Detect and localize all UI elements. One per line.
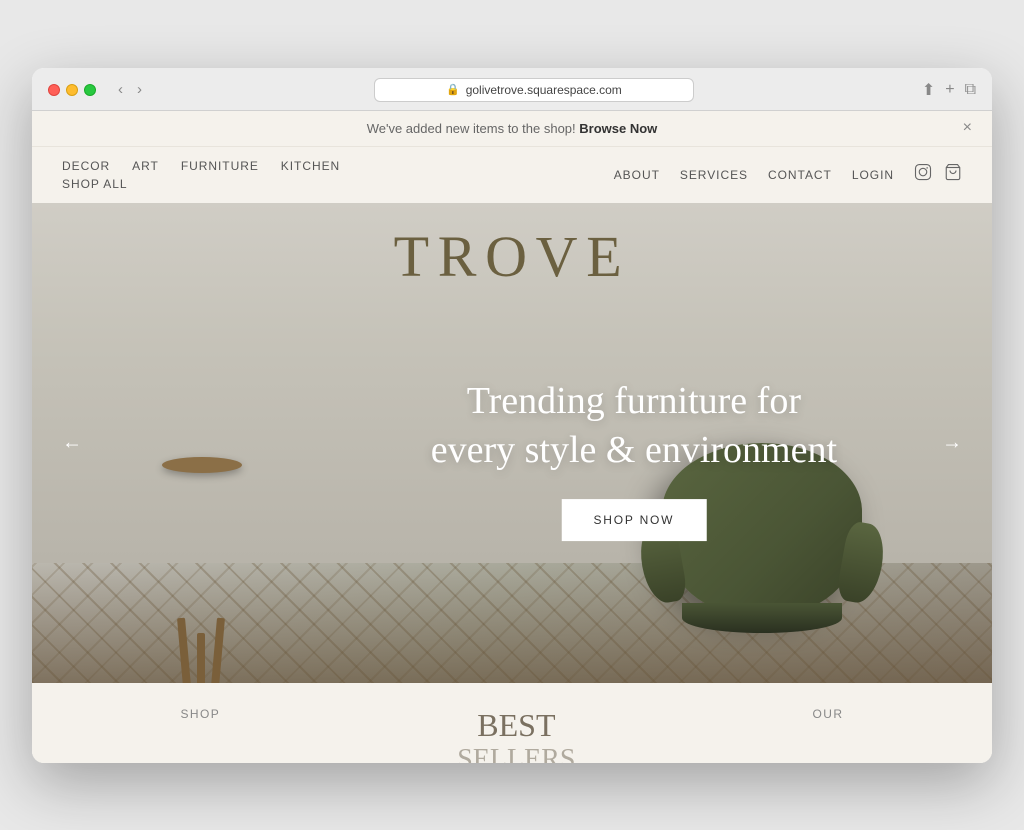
- nav-shop-all[interactable]: SHOP ALL: [62, 177, 128, 191]
- url-text: golivetrove.squarespace.com: [466, 83, 622, 97]
- nav-art[interactable]: ART: [132, 159, 159, 173]
- hero-prev-button[interactable]: ←: [52, 421, 92, 464]
- address-bar-container: 🔒 golivetrove.squarespace.com: [156, 78, 912, 102]
- tabs-button[interactable]: ⧉: [965, 80, 976, 100]
- nav-row-2: SHOP ALL: [62, 177, 340, 191]
- below-fold-shop: SHOP: [180, 707, 220, 721]
- share-button[interactable]: ⬆: [922, 80, 935, 100]
- maximize-button[interactable]: [84, 84, 96, 96]
- stool-leg: [197, 633, 205, 683]
- nav-contact[interactable]: CONTACT: [768, 168, 832, 182]
- cart-icon[interactable]: [944, 163, 962, 186]
- nav-right: ABOUT SERVICES CONTACT LOGIN: [614, 163, 962, 186]
- below-fold-our-label: OUR: [812, 707, 843, 721]
- hero-next-button[interactable]: →: [932, 421, 972, 464]
- nav-furniture[interactable]: FURNITURE: [181, 159, 259, 173]
- browser-actions: ⬆ + ⧉: [922, 80, 976, 100]
- stool-seat: [162, 457, 242, 473]
- hero-text-block: Trending furniture for every style & env…: [431, 377, 837, 542]
- notification-banner: We've added new items to the shop! Brows…: [32, 111, 992, 147]
- back-button[interactable]: ‹: [114, 79, 127, 100]
- nav-services[interactable]: SERVICES: [680, 168, 748, 182]
- instagram-icon[interactable]: [914, 163, 932, 186]
- browser-chrome: ‹ › 🔒 golivetrove.squarespace.com ⬆ + ⧉: [32, 68, 992, 111]
- shop-now-button[interactable]: SHOP NOW: [561, 499, 706, 541]
- nav-icons: [914, 163, 962, 186]
- lock-icon: 🔒: [446, 83, 460, 96]
- below-fold-best-title: BEST: [457, 707, 575, 744]
- browser-nav: ‹ ›: [114, 79, 146, 100]
- nav-about[interactable]: ABOUT: [614, 168, 660, 182]
- stool-decoration: [162, 457, 242, 623]
- notification-text: We've added new items to the shop!: [367, 121, 576, 136]
- below-fold-section: SHOP BEST SELLERS OUR: [32, 683, 992, 763]
- hero-section: TROVE Trending furniture for every style…: [32, 203, 992, 683]
- below-fold-sellers-title: SELLERS: [457, 744, 575, 763]
- address-bar[interactable]: 🔒 golivetrove.squarespace.com: [374, 78, 694, 102]
- below-fold-shop-label: SHOP: [180, 707, 220, 721]
- chair-base: [682, 603, 842, 633]
- new-tab-button[interactable]: +: [945, 80, 954, 100]
- nav-left: DECOR ART FURNITURE KITCHEN SHOP ALL: [62, 159, 340, 191]
- traffic-lights: [48, 84, 96, 96]
- nav-kitchen[interactable]: KITCHEN: [281, 159, 340, 173]
- forward-button[interactable]: ›: [133, 79, 146, 100]
- site-title: TROVE: [394, 223, 631, 290]
- notification-close-button[interactable]: ×: [963, 119, 972, 137]
- minimize-button[interactable]: [66, 84, 78, 96]
- below-fold-best: BEST SELLERS: [457, 707, 575, 763]
- website-content: We've added new items to the shop! Brows…: [32, 111, 992, 763]
- hero-heading: Trending furniture for every style & env…: [431, 377, 837, 476]
- browser-window: ‹ › 🔒 golivetrove.squarespace.com ⬆ + ⧉ …: [32, 68, 992, 763]
- nav-login[interactable]: LOGIN: [852, 168, 894, 182]
- site-navigation: DECOR ART FURNITURE KITCHEN SHOP ALL ABO…: [32, 147, 992, 203]
- close-button[interactable]: [48, 84, 60, 96]
- browse-now-link[interactable]: Browse Now: [579, 121, 657, 136]
- nav-decor[interactable]: DECOR: [62, 159, 110, 173]
- nav-row-1: DECOR ART FURNITURE KITCHEN: [62, 159, 340, 173]
- below-fold-our: OUR: [812, 707, 843, 721]
